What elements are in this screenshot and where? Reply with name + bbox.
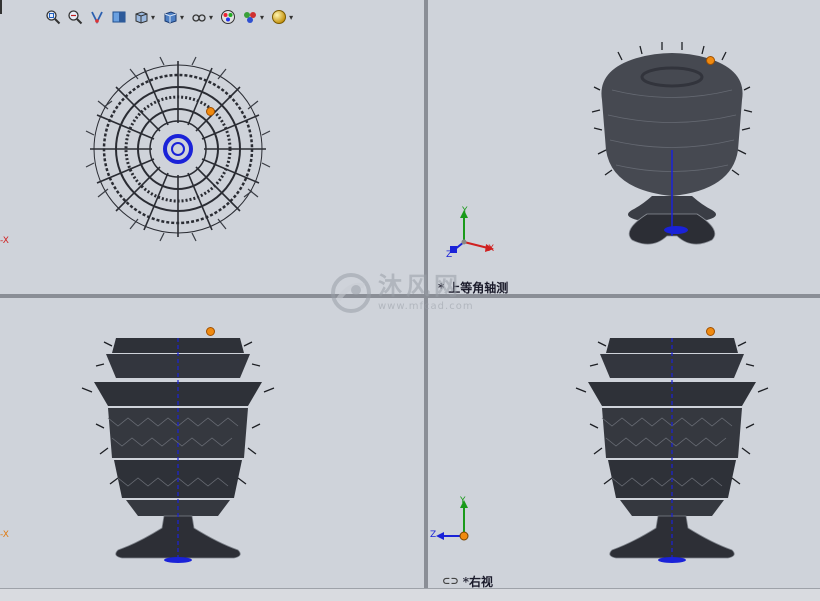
watermark-logo-icon <box>331 273 371 313</box>
view-settings-dropdown-icon[interactable]: ▾ <box>289 13 293 22</box>
axis-label-fragment: -X <box>0 236 9 246</box>
viewport-label-right: ⊂⊃ *右视 <box>442 573 493 588</box>
zoom-to-fit-icon[interactable] <box>44 8 62 26</box>
watermark-url: www.mfcad.com <box>378 301 474 312</box>
hide-show-icon[interactable] <box>190 8 208 26</box>
watermark-text: 沐风网 <box>378 272 462 300</box>
zoom-area-icon[interactable] <box>66 8 84 26</box>
triad-x-label: X <box>488 244 495 254</box>
status-strip <box>0 588 820 601</box>
origin-point-icon <box>206 107 215 116</box>
view-name-right: *右视 <box>462 575 494 588</box>
hide-show-dropdown-icon[interactable]: ▾ <box>209 13 213 22</box>
origin-point-icon <box>706 56 715 65</box>
display-style-dropdown-icon[interactable]: ▾ <box>180 13 184 22</box>
apply-scene-icon[interactable] <box>241 8 259 26</box>
watermark: 沐风网 www.mfcad.com <box>330 272 474 314</box>
view-orientation-icon[interactable] <box>132 8 150 26</box>
link-views-icon[interactable]: ⊂⊃ <box>442 576 459 587</box>
viewport-front-view[interactable]: -X <box>0 298 424 588</box>
origin-point-icon <box>706 327 715 336</box>
triad-z-label: Z <box>430 530 437 540</box>
solidworks-graphics-area: ▾ ▾ ▾ ▾ ▾ -X Y X Z * 上等角轴测 -X Y Z ⊂⊃ *右视… <box>0 0 820 601</box>
triad-y-label: Y <box>460 496 466 506</box>
view-orientation-dropdown-icon[interactable]: ▾ <box>151 13 155 22</box>
viewport-top-view[interactable]: -X <box>0 0 424 294</box>
triad-z-label: Z <box>446 250 453 260</box>
display-style-icon[interactable] <box>161 8 179 26</box>
edit-appearance-icon[interactable] <box>219 8 237 26</box>
viewport-right-view[interactable]: Y Z ⊂⊃ *右视 <box>428 298 820 588</box>
origin-point-icon <box>206 327 215 336</box>
triad-y-label: Y <box>462 206 468 216</box>
axis-label-fragment: -X <box>0 530 9 540</box>
heads-up-view-toolbar: ▾ ▾ ▾ ▾ ▾ <box>44 6 295 28</box>
section-view-icon[interactable] <box>110 8 128 26</box>
view-settings-icon[interactable] <box>270 8 288 26</box>
apply-scene-dropdown-icon[interactable]: ▾ <box>260 13 264 22</box>
model-top-view <box>85 56 271 242</box>
model-front-view <box>81 338 275 563</box>
viewport-isometric[interactable]: Y X Z * 上等角轴测 <box>428 0 820 294</box>
previous-view-icon[interactable] <box>88 8 106 26</box>
